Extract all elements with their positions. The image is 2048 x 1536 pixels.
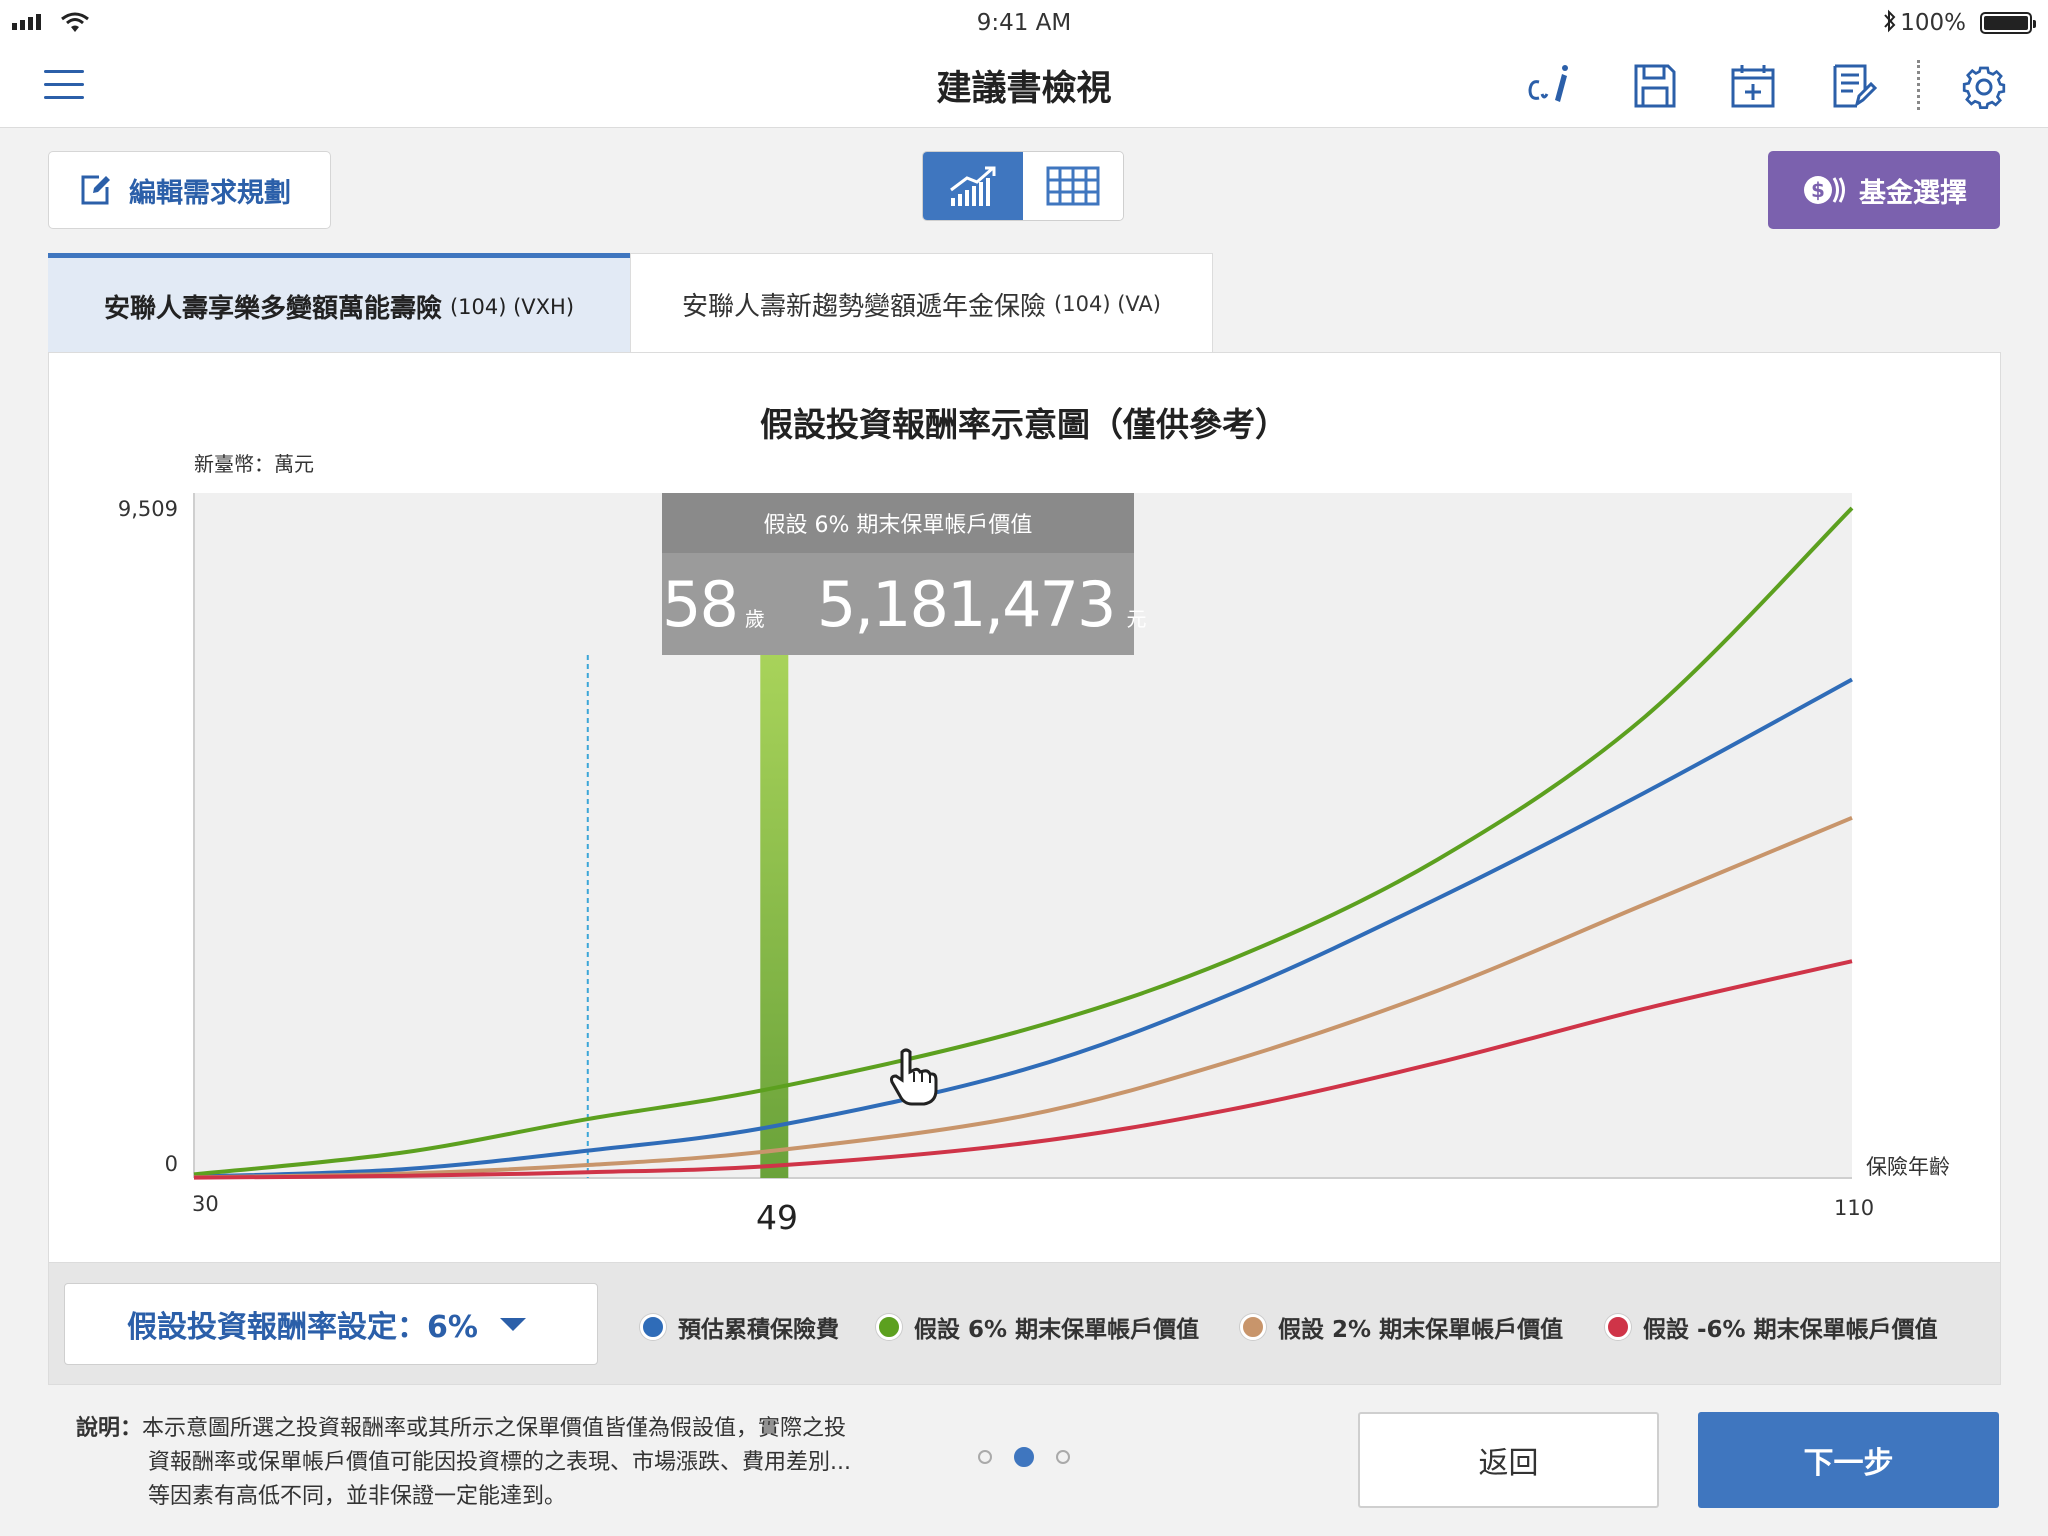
y-tick-max: 9,509 bbox=[117, 497, 178, 521]
disclaimer-note: 說明： 本示意圖所選之投資報酬率或其所示之保單價值皆僅為假設值，實際之投 資報酬… bbox=[76, 1412, 956, 1514]
document-edit-icon[interactable] bbox=[1827, 60, 1879, 112]
edit-note-icon bbox=[81, 175, 110, 205]
view-mode-toggle bbox=[922, 151, 1124, 221]
fund-selection-label: 基金選擇 bbox=[1859, 177, 1967, 209]
page-indicator bbox=[978, 1447, 1070, 1467]
next-step-button[interactable]: 下一步 bbox=[1698, 1412, 1999, 1508]
top-navigation-bar: 9:41 AM 100% 建議書檢視 bbox=[0, 0, 2048, 128]
x-marker-label: 49 bbox=[756, 1198, 798, 1237]
disclaimer-line-2: 資報酬率或保單帳戶價值可能因投資標的之表現、市場漲跌、費用差別... bbox=[148, 1450, 851, 1475]
tab-product-va-label: 安聯人壽新趨勢變額遞年金保險 bbox=[682, 291, 1047, 322]
tooltip-value-unit: 元 bbox=[1126, 606, 1147, 631]
legend-label-2pct: 假設 2% 期末保單帳戶價值 bbox=[1278, 1317, 1564, 1343]
tooltip-value: 5,181,473 bbox=[816, 567, 1117, 641]
tab-product-vxh-label: 安聯人壽享樂多變額萬能壽險 bbox=[103, 294, 442, 324]
save-icon[interactable] bbox=[1628, 60, 1680, 112]
fund-selection-button[interactable]: $ 基金選擇 bbox=[1768, 151, 2000, 229]
table-grid-icon bbox=[1046, 166, 1100, 206]
x-axis-label: 保險年齡 bbox=[1866, 1155, 1950, 1179]
value-tooltip: 假設 6% 期末保單帳戶價值 58 歲 5,181,473 元 bbox=[662, 493, 1146, 655]
battery-percent: 100% bbox=[1900, 10, 1966, 36]
tooltip-title: 假設 6% 期末保單帳戶價值 bbox=[662, 493, 1134, 553]
page-dot-3[interactable] bbox=[1056, 1450, 1070, 1464]
table-view-button[interactable] bbox=[1023, 152, 1123, 220]
tab-product-va[interactable]: 安聯人壽新趨勢變額遞年金保險 (104) (VA) bbox=[630, 253, 1213, 355]
legend-item-2pct: 假設 2% 期末保單帳戶價值 bbox=[1240, 1310, 1563, 1344]
edit-needs-planning-label: 編輯需求規劃 bbox=[129, 177, 291, 209]
legend-label-6pct: 假設 6% 期末保單帳戶價值 bbox=[914, 1317, 1200, 1343]
tooltip-age: 58 bbox=[662, 567, 739, 641]
disclaimer-label: 說明： bbox=[76, 1416, 143, 1441]
tooltip-age-unit: 歲 bbox=[744, 606, 765, 631]
legend-item-neg6pct: 假設 -6% 期末保單帳戶價值 bbox=[1605, 1310, 1938, 1344]
x-tick-min: 30 bbox=[192, 1192, 219, 1216]
coin-dollar-icon: $ bbox=[1804, 176, 1845, 204]
page-dot-2[interactable] bbox=[1014, 1447, 1034, 1467]
line-chart-icon bbox=[950, 166, 996, 206]
return-rate-label: 假設投資報酬率設定：6% bbox=[127, 1310, 478, 1345]
legend-dot-green bbox=[876, 1314, 902, 1340]
calendar-add-icon[interactable] bbox=[1727, 60, 1779, 112]
tab-product-va-code: (104) (VA) bbox=[1054, 292, 1161, 316]
page-dot-1[interactable] bbox=[978, 1450, 992, 1464]
legend-dot-blue bbox=[640, 1314, 666, 1340]
battery-icon bbox=[1980, 12, 2036, 34]
disclaimer-line-3: 等因素有高低不同，並非保證一定能達到。 bbox=[148, 1484, 567, 1509]
edit-needs-planning-button[interactable]: 編輯需求規劃 bbox=[48, 151, 331, 229]
legend-label-neg6pct: 假設 -6% 期末保單帳戶價值 bbox=[1643, 1317, 1938, 1343]
disclaimer-line-1: 本示意圖所選之投資報酬率或其所示之保單價值皆僅為假設值，實際之投 bbox=[142, 1416, 847, 1441]
y-tick-min: 0 bbox=[164, 1152, 178, 1176]
svg-text:$: $ bbox=[1811, 178, 1825, 202]
status-time: 9:41 AM bbox=[976, 10, 1072, 36]
hand-pointer-icon bbox=[890, 1048, 938, 1106]
legend-label-premium: 預估累積保險費 bbox=[678, 1317, 839, 1343]
chart-title: 假設投資報酬率示意圖（僅供參考） bbox=[760, 405, 1288, 444]
chart-view-button[interactable] bbox=[923, 152, 1023, 220]
legend-item-6pct: 假設 6% 期末保單帳戶價值 bbox=[876, 1310, 1199, 1344]
gear-icon[interactable] bbox=[1958, 60, 2010, 112]
ci-pen-icon[interactable] bbox=[1522, 60, 1574, 112]
legend-dot-tan bbox=[1240, 1314, 1266, 1340]
legend-item-premium: 預估累積保險費 bbox=[640, 1310, 839, 1344]
tab-product-vxh[interactable]: 安聯人壽享樂多變額萬能壽險 (104) (VXH) bbox=[48, 253, 630, 367]
chevron-down-icon bbox=[499, 1317, 526, 1331]
currency-unit-label: 新臺幣：萬元 bbox=[194, 452, 314, 476]
chart-panel bbox=[48, 352, 2001, 1263]
more-dots-icon bbox=[1917, 60, 1921, 110]
bluetooth-icon bbox=[1884, 9, 1896, 33]
legend-dot-red bbox=[1605, 1314, 1631, 1340]
x-tick-max: 110 bbox=[1834, 1196, 1875, 1220]
back-button[interactable]: 返回 bbox=[1358, 1412, 1659, 1508]
return-rate-dropdown[interactable]: 假設投資報酬率設定：6% bbox=[64, 1283, 598, 1365]
tab-product-vxh-code: (104) (VXH) bbox=[449, 294, 575, 319]
